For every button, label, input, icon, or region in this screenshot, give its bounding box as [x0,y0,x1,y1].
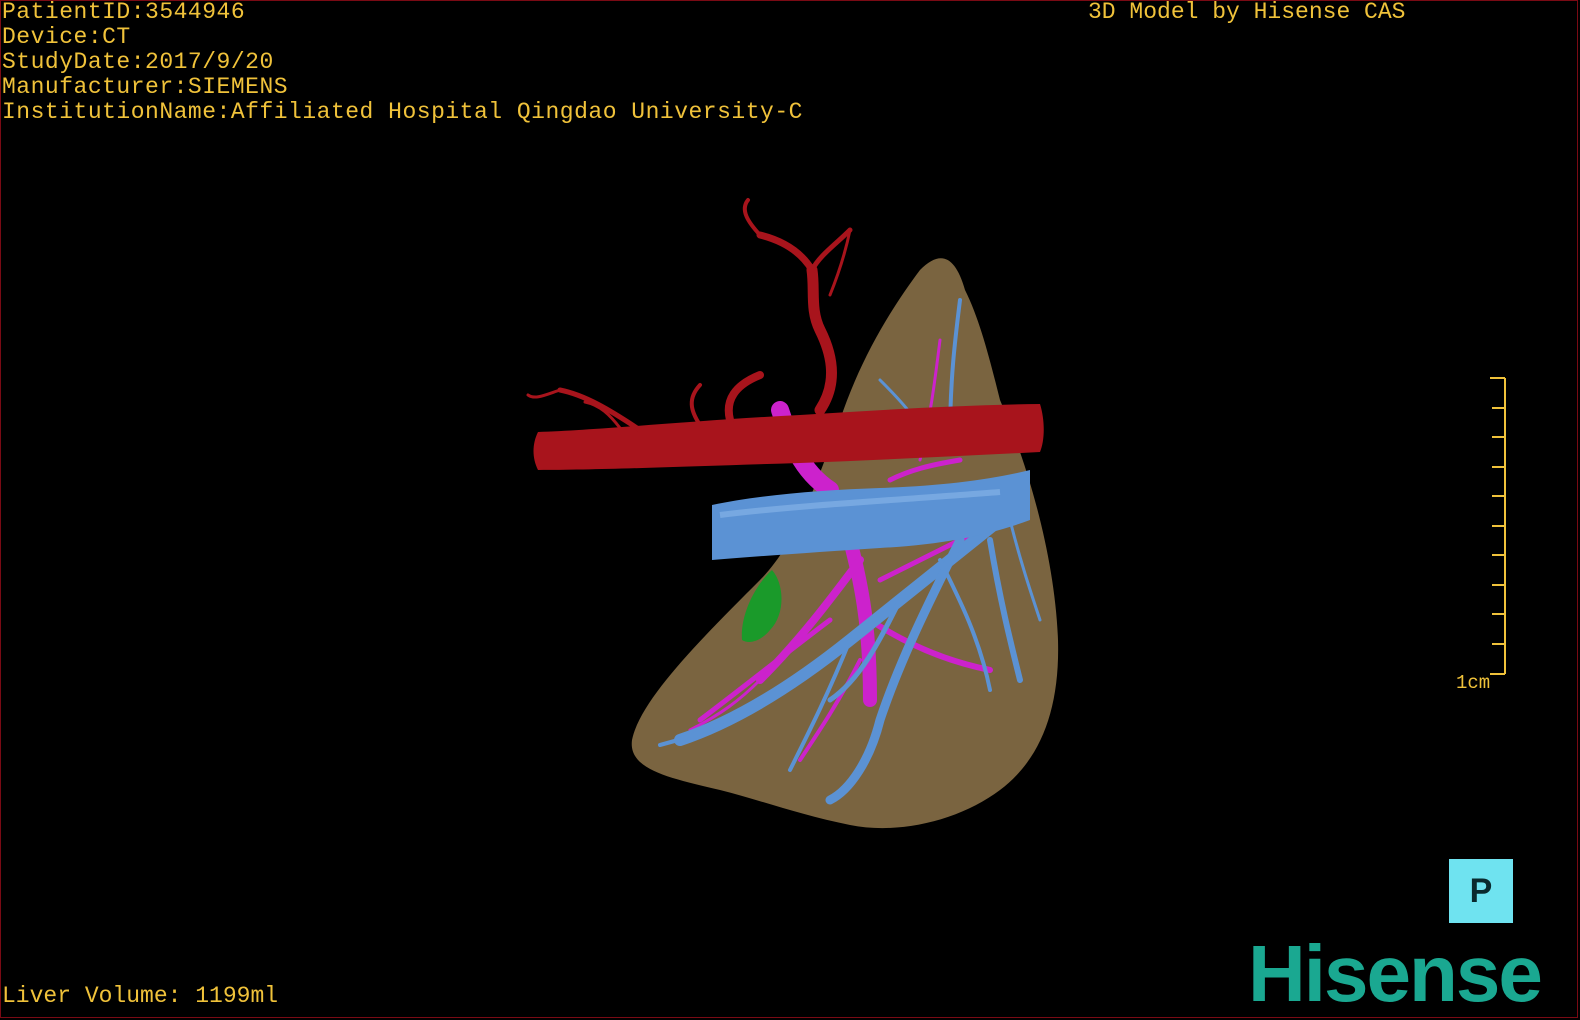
hisense-logo: Hisense [1248,929,1543,1018]
scale-bar-label: 1cm [1456,672,1491,694]
institution-text: InstitutionName:Affiliated Hospital Qing… [2,99,803,125]
study-date-text: StudyDate:2017/9/20 [2,49,274,75]
liver-volume-text: Liver Volume: 1199ml [2,983,279,1009]
dicom-info-panel: PatientID:3544946 Device:CT StudyDate:20… [2,0,803,125]
3d-model-viewport[interactable] [0,0,1580,1020]
orientation-cube-icon[interactable]: P [1449,859,1513,923]
scale-bar [1490,377,1506,675]
patient-id-text: PatientID:3544946 [2,0,246,25]
model-label: 3D Model by Hisense CAS [1088,0,1406,25]
hepatic-artery-branches [526,198,853,433]
orientation-label: P [1469,871,1493,910]
manufacturer-text: Manufacturer:SIEMENS [2,74,289,100]
device-text: Device:CT [2,24,131,50]
